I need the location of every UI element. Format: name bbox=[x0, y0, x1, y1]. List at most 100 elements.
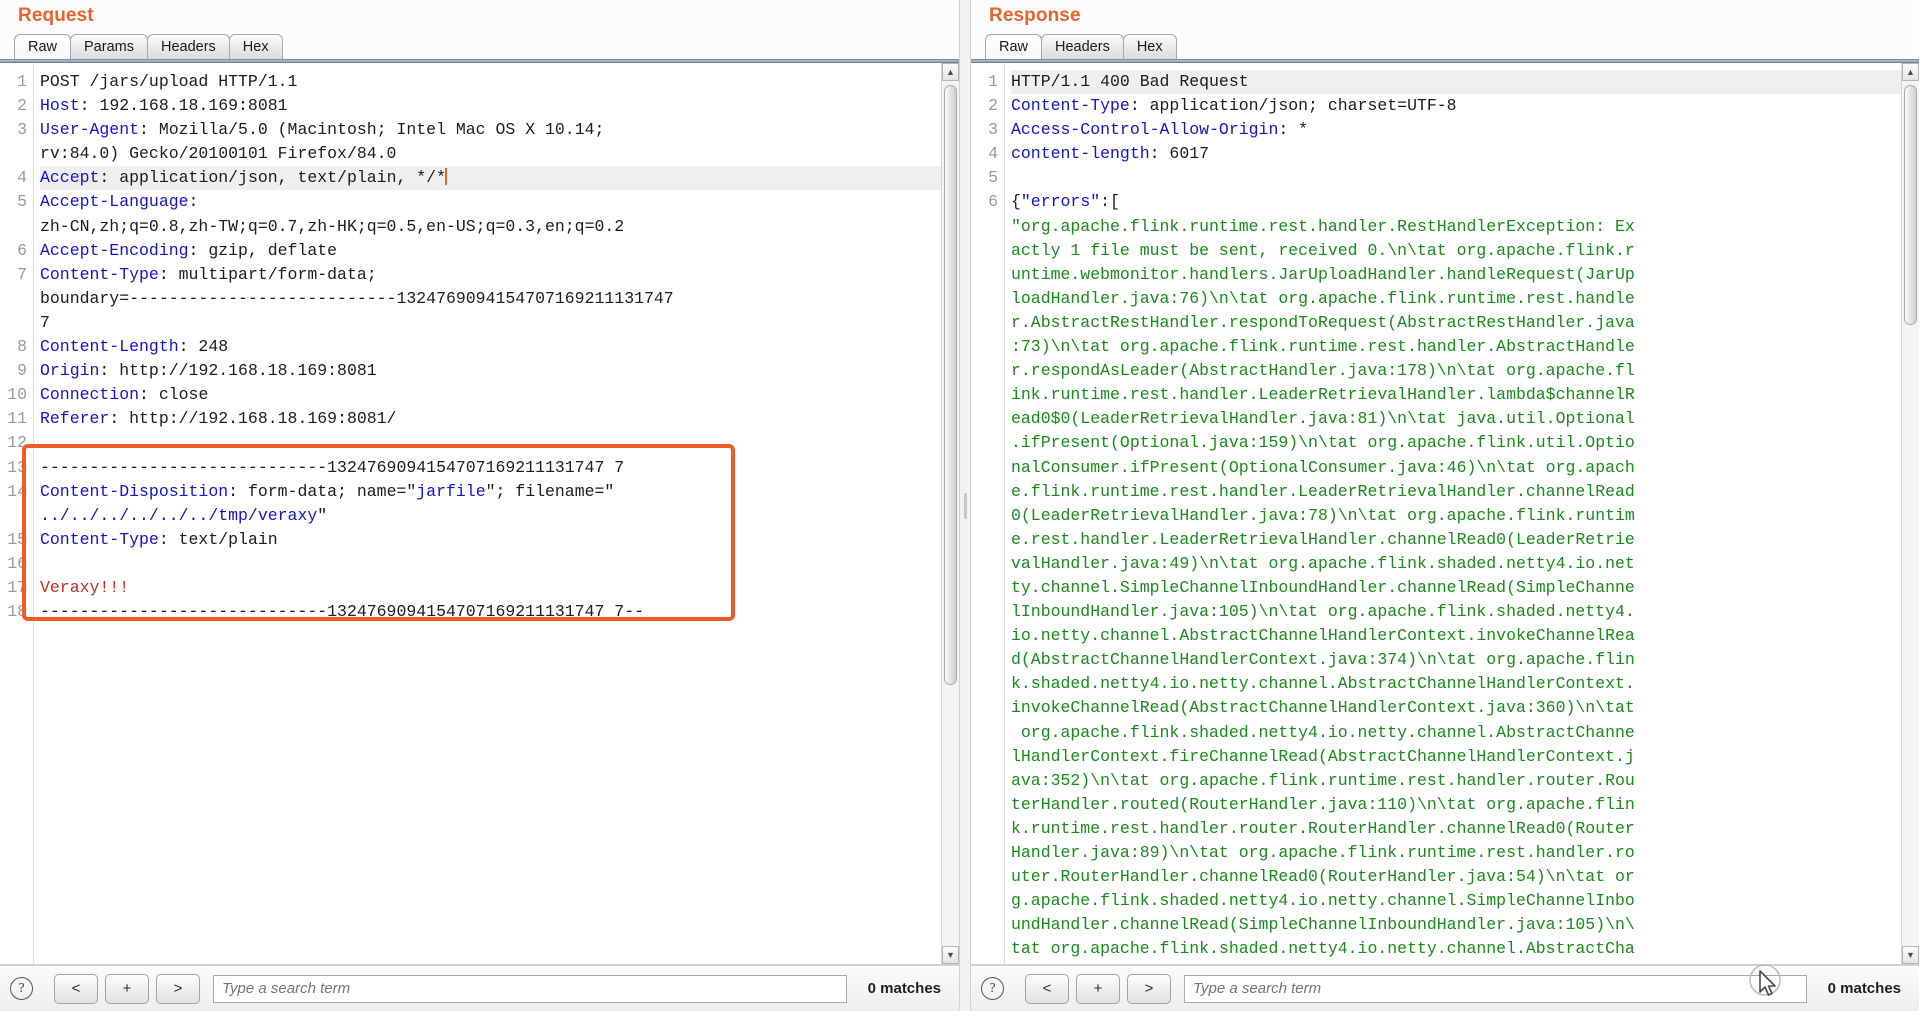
pane-splitter[interactable] bbox=[959, 0, 971, 1011]
line-number: 5 bbox=[17, 192, 27, 212]
response-tab-raw[interactable]: Raw bbox=[985, 34, 1043, 59]
line-number bbox=[0, 504, 27, 528]
response-scroll-track[interactable] bbox=[1902, 81, 1919, 946]
code-line: zh-CN,zh;q=0.8,zh-TW;q=0.7,zh-HK;q=0.5,e… bbox=[40, 215, 941, 239]
code-line: k.shaded.netty4.io.netty.channel.Abstrac… bbox=[1011, 672, 1901, 696]
request-tab-hex[interactable]: Hex bbox=[228, 34, 283, 59]
code-line: -----------------------------13247690941… bbox=[40, 456, 941, 480]
code-segment: org.apache.flink.shaded.netty4.io.netty.… bbox=[1011, 722, 1635, 742]
help-icon[interactable]: ? bbox=[10, 977, 33, 1000]
line-number bbox=[971, 841, 998, 865]
request-scroll-track[interactable] bbox=[942, 81, 959, 946]
code-line: 0(LeaderRetrievalHandler.java:78)\n\tat … bbox=[1011, 504, 1901, 528]
line-number bbox=[971, 913, 998, 937]
scroll-down-icon[interactable]: ▼ bbox=[942, 946, 959, 964]
line-number bbox=[971, 215, 998, 239]
request-tabstrip: Raw Params Headers Hex bbox=[0, 31, 959, 59]
help-icon[interactable]: ? bbox=[981, 977, 1004, 1000]
code-segment: : form-data; name=" bbox=[228, 481, 417, 501]
code-segment: zh-CN,zh;q=0.8,zh-TW;q=0.7,zh-HK;q=0.5,e… bbox=[40, 216, 625, 236]
code-segment: : * bbox=[1278, 120, 1309, 140]
code-line: org.apache.flink.shaded.netty4.io.netty.… bbox=[1011, 721, 1901, 745]
code-segment: Accept-Encoding bbox=[40, 240, 189, 260]
scroll-up-icon[interactable]: ▲ bbox=[1902, 63, 1919, 81]
line-number: 2 bbox=[988, 96, 998, 116]
code-line: ../../../../../../tmp/veraxy" bbox=[40, 504, 941, 528]
response-next-match-button[interactable]: > bbox=[1127, 973, 1171, 1004]
request-pane: Request Raw Params Headers Hex 123 45 67 89… bbox=[0, 0, 959, 1011]
code-line: Handler.java:89)\n\tat org.apache.flink.… bbox=[1011, 841, 1901, 865]
line-number bbox=[971, 600, 998, 624]
line-number bbox=[971, 937, 998, 961]
request-raw-text[interactable]: POST /jars/upload HTTP/1.1 Host: 192.168.… bbox=[34, 63, 941, 964]
code-segment: .ifPresent(Optional.java:159)\n\tat org.… bbox=[1011, 433, 1635, 453]
code-segment: ava:352)\n\tat org.apache.flink.runtime.… bbox=[1011, 770, 1635, 790]
code-segment: ty.channel.SimpleChannelInboundHandler.c… bbox=[1011, 577, 1635, 597]
response-prev-match-button[interactable]: < bbox=[1025, 973, 1069, 1004]
line-number: 1 bbox=[988, 72, 998, 91]
code-line: Accept-Language: bbox=[40, 190, 941, 214]
line-number bbox=[971, 769, 998, 793]
code-line: Content-Length: 248 bbox=[40, 335, 941, 359]
response-scroll-thumb[interactable] bbox=[1904, 85, 1917, 325]
code-segment: g.apache.flink.shaded.netty4.io.netty.ch… bbox=[1011, 891, 1635, 911]
response-tab-hex[interactable]: Hex bbox=[1122, 34, 1177, 59]
line-number: 16 bbox=[7, 553, 27, 573]
request-tab-headers[interactable]: Headers bbox=[146, 34, 230, 59]
code-line: r.respondAsLeader(AbstractHandler.java:1… bbox=[1011, 359, 1901, 383]
code-line: "org.apache.flink.runtime.rest.handler.R… bbox=[1011, 215, 1901, 239]
code-segment: Accept-Language bbox=[40, 192, 189, 212]
line-number bbox=[971, 576, 998, 600]
line-number bbox=[971, 865, 998, 889]
response-add-search-button[interactable]: + bbox=[1076, 973, 1120, 1004]
response-tab-headers[interactable]: Headers bbox=[1041, 34, 1124, 59]
line-number bbox=[971, 335, 998, 359]
code-segment: POST /jars/upload HTTP/1.1 bbox=[40, 72, 298, 91]
response-search-input[interactable] bbox=[1184, 974, 1807, 1003]
code-line: Accept: application/json, text/plain, */… bbox=[40, 166, 941, 191]
response-line-numbers: 1 2 3 4 5 6 bbox=[971, 63, 1005, 964]
code-segment: r.respondAsLeader(AbstractHandler.java:1… bbox=[1011, 361, 1635, 381]
code-line: io.netty.channel.AbstractChannelHandlerC… bbox=[1011, 624, 1901, 648]
line-number: 3 bbox=[988, 120, 998, 140]
code-segment: : multipart/form-data; bbox=[158, 264, 377, 284]
code-line: Host: 192.168.18.169:8081 bbox=[40, 94, 941, 118]
response-editor[interactable]: 1 2 3 4 5 6 HTTP/1.1 400 Bad Request Content-T… bbox=[971, 63, 1901, 964]
request-search-input[interactable] bbox=[213, 974, 847, 1003]
code-segment: User-Agent bbox=[40, 120, 140, 140]
line-number bbox=[971, 287, 998, 311]
code-segment: Connection bbox=[40, 385, 140, 405]
request-add-search-button[interactable]: + bbox=[105, 973, 149, 1004]
response-scrollbar[interactable]: ▲ ▼ bbox=[1901, 63, 1919, 964]
code-segment: k.shaded.netty4.io.netty.channel.Abstrac… bbox=[1011, 674, 1635, 694]
code-segment: : http://192.168.18.169:8081 bbox=[99, 361, 377, 381]
code-segment: : text/plain bbox=[158, 529, 278, 549]
response-editor-wrap: 1 2 3 4 5 6 HTTP/1.1 400 Bad Request Content-T… bbox=[971, 63, 1919, 965]
code-line: d(AbstractChannelHandlerContext.java:374… bbox=[1011, 648, 1901, 672]
line-number: 4 bbox=[988, 144, 998, 164]
line-number bbox=[0, 287, 27, 311]
request-editor[interactable]: 123 45 67 8 9 10 11 12 13 14 15 16 17 18 POST /ja… bbox=[0, 63, 941, 964]
request-next-match-button[interactable]: > bbox=[156, 973, 200, 1004]
code-segment: "org.apache.flink.runtime.rest.handler.R… bbox=[1011, 216, 1635, 236]
code-segment: Content-Disposition bbox=[40, 481, 229, 501]
response-title: Response bbox=[971, 0, 1919, 31]
line-number bbox=[971, 407, 998, 431]
request-tab-raw[interactable]: Raw bbox=[14, 34, 72, 59]
request-prev-match-button[interactable]: < bbox=[54, 973, 98, 1004]
code-line: rv:84.0) Gecko/20100101 Firefox/84.0 bbox=[40, 142, 941, 166]
request-scroll-thumb[interactable] bbox=[944, 85, 957, 685]
code-segment: e.flink.runtime.rest.handler.LeaderRetri… bbox=[1011, 481, 1635, 501]
code-line: HTTP/1.1 400 Bad Request bbox=[1011, 70, 1901, 95]
scroll-down-icon[interactable]: ▼ bbox=[1902, 946, 1919, 964]
code-line: actly 1 file must be sent, received 0.\n… bbox=[1011, 239, 1901, 263]
request-tab-params[interactable]: Params bbox=[70, 34, 148, 59]
line-number: 4 bbox=[17, 168, 27, 188]
code-line: uter.RouterHandler.channelRead0(RouterHa… bbox=[1011, 865, 1901, 889]
request-scrollbar[interactable]: ▲ ▼ bbox=[941, 63, 959, 964]
scroll-up-icon[interactable]: ▲ bbox=[942, 63, 959, 81]
response-tabstrip: Raw Headers Hex bbox=[971, 31, 1919, 59]
line-number bbox=[971, 648, 998, 672]
code-segment: Content-Type bbox=[1011, 96, 1130, 116]
response-raw-text[interactable]: HTTP/1.1 400 Bad Request Content-Type: ap… bbox=[1005, 63, 1901, 964]
